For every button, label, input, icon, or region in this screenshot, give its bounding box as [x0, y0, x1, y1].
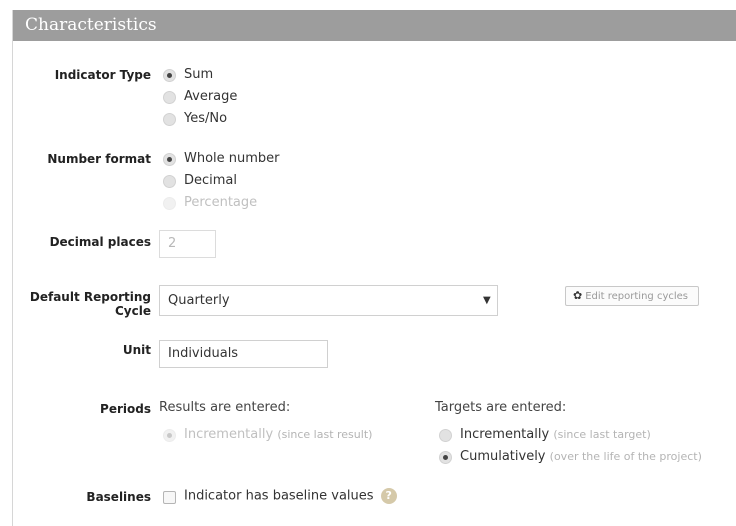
results-heading: Results are entered: [159, 400, 291, 415]
unit-input[interactable]: Individuals [159, 340, 328, 368]
help-icon[interactable]: ? [380, 488, 397, 504]
targets-heading: Targets are entered: [435, 400, 567, 415]
edit-reporting-cycles-button[interactable]: ✿ Edit reporting cycles [565, 286, 699, 306]
decimal-places-label: Decimal places [49, 235, 151, 249]
baselines-checkbox-label[interactable]: Indicator has baseline values ? [184, 488, 397, 504]
number-format-decimal-radio[interactable] [163, 175, 176, 188]
reporting-cycle-select[interactable]: Quarterly [159, 285, 498, 316]
indicator-type-sum-radio[interactable] [163, 69, 176, 82]
unit-label: Unit [122, 343, 151, 357]
chevron-down-icon: ▼ [483, 295, 491, 306]
number-format-decimal-label[interactable]: Decimal [184, 173, 237, 188]
edit-reporting-cycles-label: Edit reporting cycles [585, 291, 689, 302]
number-format-label: Number format [47, 152, 151, 166]
reporting-cycle-label-line1: Default Reporting [29, 290, 151, 304]
number-format-percentage-radio [163, 197, 176, 210]
indicator-type-yesno-label[interactable]: Yes/No [184, 111, 227, 126]
decimal-places-input[interactable]: 2 [159, 230, 216, 258]
results-incremental-hint: (since last result) [277, 428, 373, 441]
indicator-type-average-label[interactable]: Average [184, 89, 237, 104]
baselines-label: Baselines [86, 490, 151, 504]
indicator-type-sum-label[interactable]: Sum [184, 67, 213, 82]
indicator-type-yesno-radio[interactable] [163, 113, 176, 126]
targets-cumulative-option[interactable]: Cumulatively (over the life of the proje… [460, 449, 702, 464]
targets-incremental-hint: (since last target) [553, 428, 651, 441]
reporting-cycle-label: Default Reporting Cycle [1, 290, 151, 318]
number-format-whole-radio[interactable] [163, 153, 176, 166]
characteristics-panel: Characteristics Indicator Type Sum Avera… [12, 10, 736, 526]
targets-cumulative-radio[interactable] [439, 451, 452, 464]
results-incremental-option: Incrementally (since last result) [184, 427, 372, 442]
panel-title: Characteristics [13, 10, 736, 41]
indicator-type-average-radio[interactable] [163, 91, 176, 104]
results-incremental-radio [163, 429, 176, 442]
gear-icon: ✿ [573, 289, 583, 302]
targets-cumulative-hint: (over the life of the project) [549, 450, 702, 463]
number-format-whole-label[interactable]: Whole number [184, 151, 280, 166]
baselines-checkbox[interactable] [163, 491, 176, 504]
number-format-percentage-label: Percentage [184, 195, 258, 210]
targets-incremental-option[interactable]: Incrementally (since last target) [460, 427, 651, 442]
periods-label: Periods [100, 402, 151, 416]
reporting-cycle-label-line2: Cycle [115, 304, 151, 318]
targets-incremental-radio[interactable] [439, 429, 452, 442]
reporting-cycle-value: Quarterly [168, 293, 230, 308]
results-incremental-label: Incrementally [184, 427, 274, 442]
targets-incremental-label: Incrementally [460, 427, 550, 442]
indicator-type-label: Indicator Type [54, 68, 151, 82]
targets-cumulative-label: Cumulatively [460, 449, 546, 464]
baselines-checkbox-text: Indicator has baseline values [184, 488, 374, 504]
